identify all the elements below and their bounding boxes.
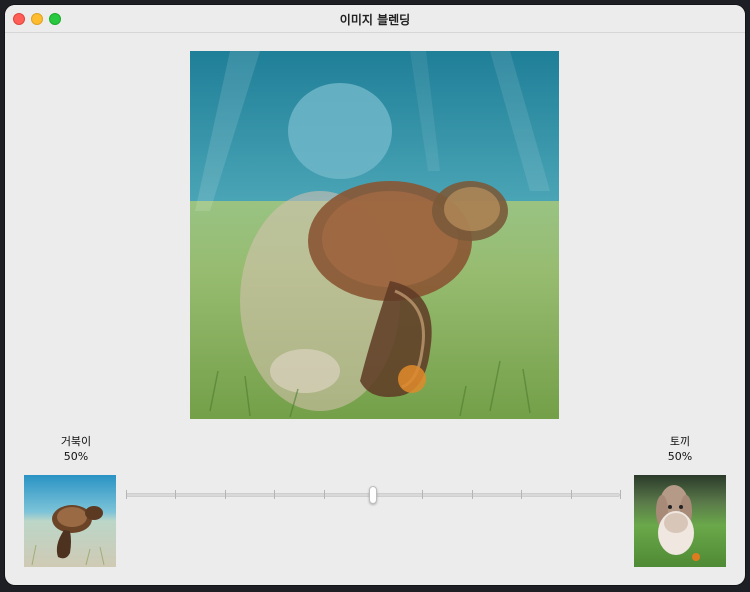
rabbit-thumbnail <box>634 475 726 567</box>
turtle-thumbnail <box>24 475 116 567</box>
slider-handle[interactable] <box>369 486 377 504</box>
slider-tick <box>224 490 226 499</box>
title-bar: 이미지 블렌딩 <box>5 5 745 33</box>
slider-tick <box>126 490 127 499</box>
left-image-name: 거북이 <box>60 435 92 448</box>
slider-tick <box>323 490 325 499</box>
blend-ratio-slider[interactable] <box>123 483 623 507</box>
slider-tick <box>521 490 523 499</box>
slider-tick <box>471 490 473 499</box>
left-image-label-group: 거북이 50% <box>26 434 126 464</box>
slider-tick <box>422 490 424 499</box>
blending-window: 이미지 블렌딩 거북이 50% 토끼 50% <box>5 5 745 585</box>
slider-tick <box>274 490 276 499</box>
blended-image <box>190 51 559 419</box>
slider-tick <box>175 490 177 499</box>
window-title: 이미지 블렌딩 <box>339 13 411 27</box>
slider-tick <box>570 490 572 499</box>
left-image-percent: 50% <box>63 450 89 463</box>
right-image-label-group: 토끼 50% <box>630 434 730 464</box>
right-image-name: 토끼 <box>669 435 691 448</box>
right-image-percent: 50% <box>667 450 693 463</box>
slider-tick <box>620 490 621 499</box>
